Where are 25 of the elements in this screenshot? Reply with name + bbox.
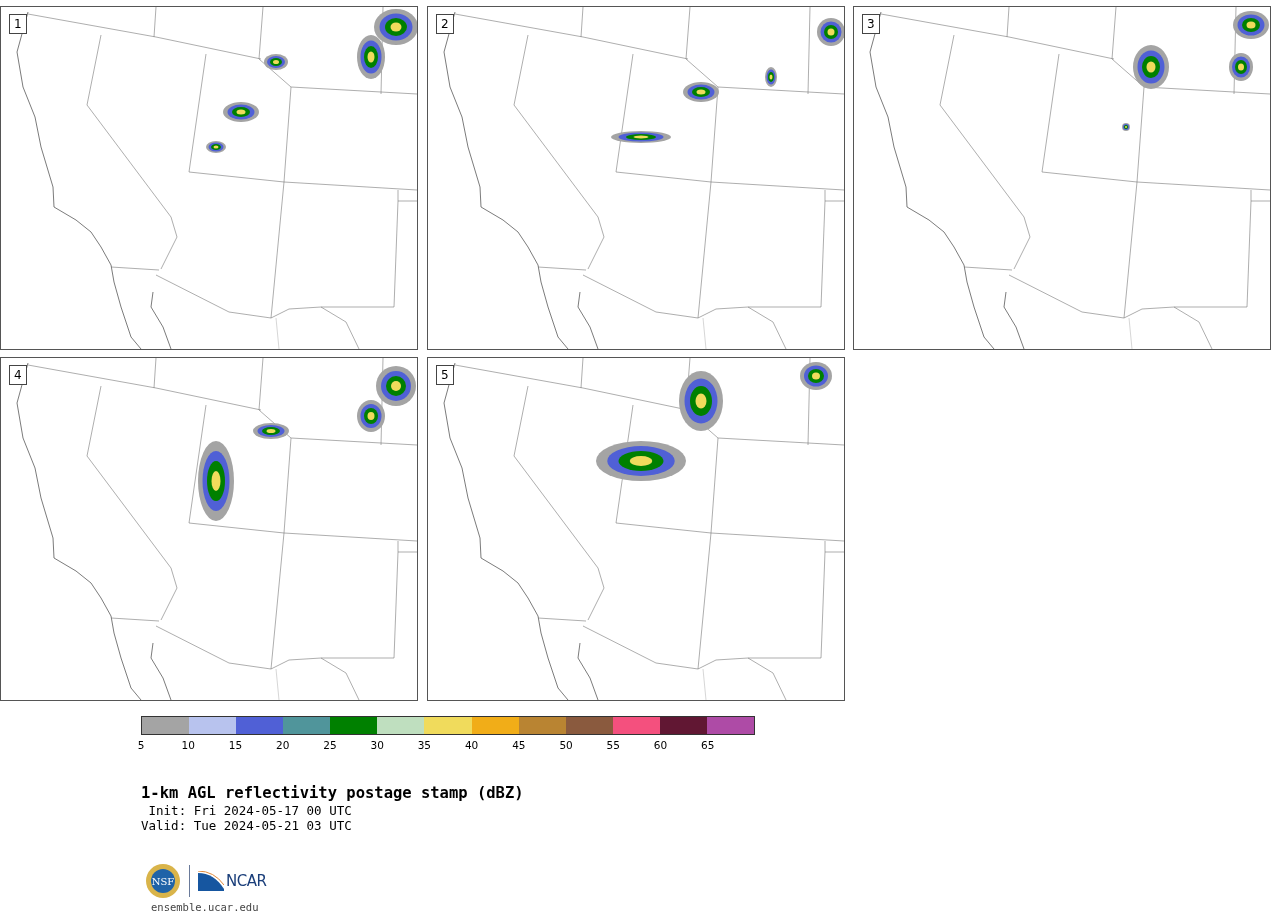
nsf-logo: NSF [145, 863, 181, 899]
panel-number: 1 [9, 14, 27, 34]
tick-label: 50 [559, 739, 573, 751]
tick-label: 30 [370, 739, 384, 751]
tick-label: 5 [137, 739, 145, 751]
panel-number: 5 [436, 365, 454, 385]
tick-label: 20 [276, 739, 290, 751]
tick-label: 65 [701, 739, 715, 751]
website-url: ensemble.ucar.edu [151, 901, 260, 914]
ncar-text: NCAR [226, 872, 267, 890]
ncar-arc-icon [198, 871, 224, 891]
valid-time: Valid: Tue 2024-05-21 03 UTC [141, 818, 353, 833]
tick-label: 60 [653, 739, 668, 751]
tick-label: 10 [181, 739, 195, 751]
tick-label: 35 [417, 739, 432, 751]
tick-label: 55 [606, 739, 620, 751]
init-time: Init: Fri 2024-05-17 00 UTC [147, 803, 353, 818]
panel-number: 4 [9, 365, 27, 385]
tick-label: 40 [464, 739, 479, 751]
tick-label: 15 [228, 739, 243, 751]
panel-number: 2 [436, 14, 454, 34]
tick-label: 45 [512, 739, 526, 751]
chart-title: 1-km AGL reflectivity postage stamp (dBZ) [141, 783, 525, 803]
panel-number: 3 [862, 14, 880, 34]
tick-label: 25 [323, 739, 337, 751]
